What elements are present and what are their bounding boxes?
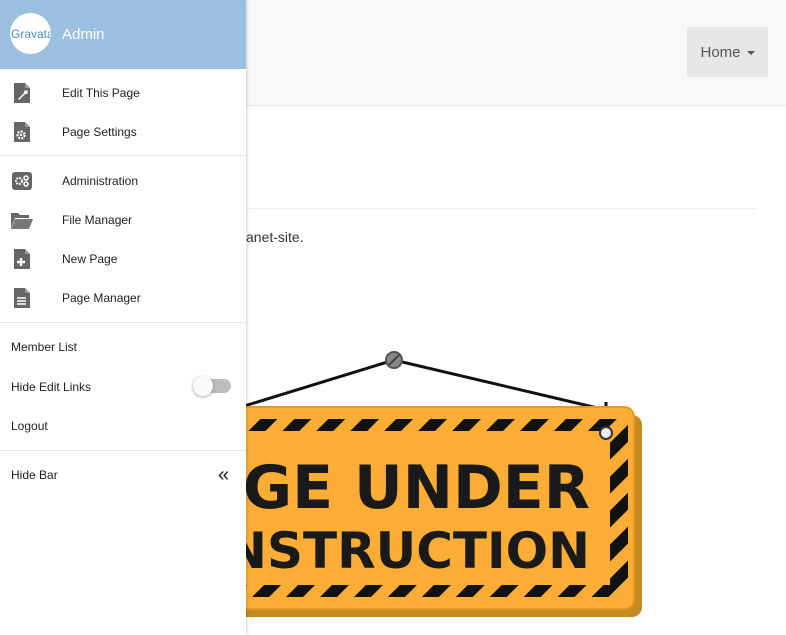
content-divider xyxy=(246,208,756,209)
sidebar-item-new-page[interactable]: New Page xyxy=(0,239,246,278)
sidebar-item-administration[interactable]: Administration xyxy=(0,161,246,200)
sidebar-item-label: New Page xyxy=(62,251,118,266)
sidebar-item-page-settings[interactable]: Page Settings xyxy=(0,112,246,151)
avatar[interactable]: Gravatar xyxy=(10,13,51,54)
sidebar-header: Gravatar Admin xyxy=(0,0,246,69)
admin-sidebar: Gravatar Admin Edit This Page Page Setti… xyxy=(0,0,246,635)
page-manager-icon xyxy=(14,287,30,308)
caret-down-icon xyxy=(746,51,755,55)
home-label: Home xyxy=(700,43,741,61)
edit-page-icon xyxy=(14,82,30,103)
home-dropdown-button[interactable]: Home xyxy=(687,27,768,77)
sidebar-item-logout[interactable]: Logout xyxy=(0,406,246,445)
sidebar-item-label: Page Settings xyxy=(62,124,137,139)
sidebar-item-label: Hide Bar xyxy=(11,467,58,482)
sidebar-item-label: Hide Edit Links xyxy=(11,379,92,394)
new-page-icon xyxy=(14,248,30,269)
user-name: Admin xyxy=(62,26,105,43)
hide-edit-links-toggle[interactable] xyxy=(193,376,231,396)
sign-line-1: AGE UNDER xyxy=(197,453,591,523)
sidebar-item-hide-edit-links: Hide Edit Links xyxy=(0,367,246,406)
content-text: anet-site. xyxy=(246,229,304,245)
sidebar-divider xyxy=(0,322,246,323)
sidebar-item-label: Administration xyxy=(62,173,139,188)
administration-icon xyxy=(12,171,32,190)
page-settings-icon xyxy=(14,121,30,142)
sidebar-divider xyxy=(0,450,246,451)
sidebar-item-label: Member List xyxy=(11,339,78,354)
sidebar-item-label: Page Manager xyxy=(62,290,141,305)
sidebar-item-label: Logout xyxy=(11,418,48,433)
sidebar-item-file-manager[interactable]: File Manager xyxy=(0,200,246,239)
toggle-knob xyxy=(193,376,213,396)
sidebar-item-hide-bar[interactable]: Hide Bar « xyxy=(0,455,246,494)
sidebar-divider xyxy=(0,155,246,156)
sidebar-item-label: File Manager xyxy=(62,212,133,227)
double-chevron-left-icon[interactable]: « xyxy=(218,465,229,485)
sidebar-item-member-list[interactable]: Member List xyxy=(0,327,246,366)
folder-icon xyxy=(11,212,33,229)
sidebar-item-edit-page[interactable]: Edit This Page xyxy=(0,73,246,112)
sidebar-item-label: Edit This Page xyxy=(62,85,140,100)
sidebar-item-page-manager[interactable]: Page Manager xyxy=(0,278,246,317)
